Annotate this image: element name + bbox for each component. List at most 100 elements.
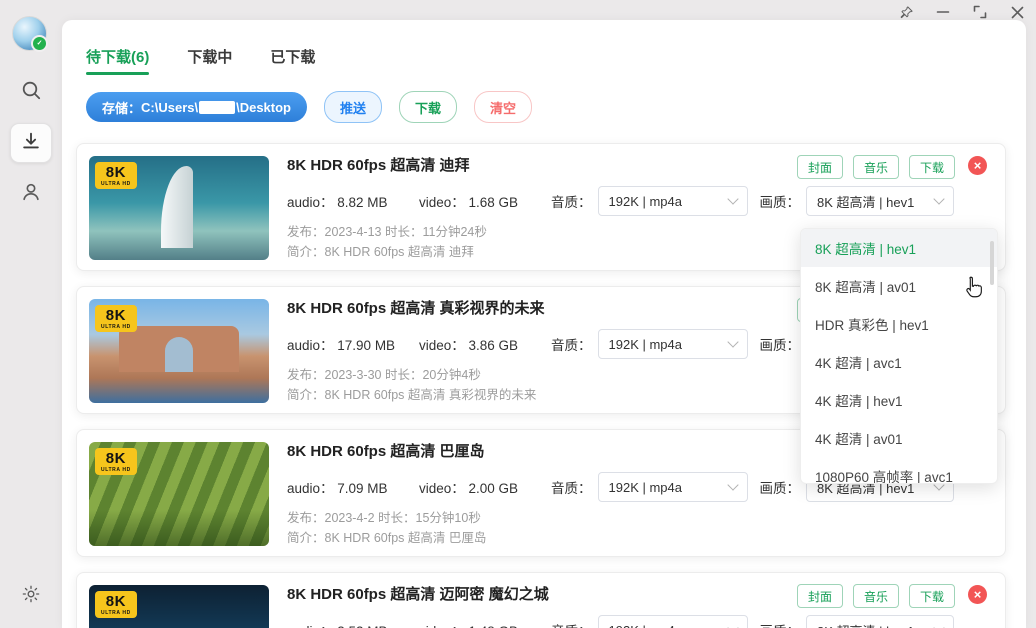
video-thumbnail[interactable]: 8K ULTRA HD: [89, 442, 269, 546]
minimize-icon[interactable]: [934, 3, 952, 21]
audio-quality-select[interactable]: 192K | mp4a: [597, 615, 748, 628]
storage-path-prefix: C:\Users\: [141, 99, 199, 115]
pin-icon[interactable]: [897, 3, 915, 21]
dropdown-option-8k-hev1[interactable]: 8K 超高清 | hev1: [801, 229, 997, 267]
badge-ultrahd: ULTRA HD: [101, 324, 131, 330]
video-quality-select[interactable]: 8K 超高清 | hev1: [806, 186, 954, 216]
download-all-button[interactable]: 下载: [399, 91, 458, 123]
remove-card-button[interactable]: ×: [968, 585, 987, 604]
audio-quality-value: 192K | mp4a: [609, 623, 682, 628]
video-quality-value: 8K 超高清 | hev1: [817, 621, 914, 628]
sidebar-item-settings[interactable]: [0, 584, 62, 609]
badge-8k: 8K: [105, 450, 126, 467]
tab-downloaded[interactable]: 已下载: [270, 46, 315, 75]
thumbnail-art: [161, 166, 193, 248]
video-size: video： 3.86 GB: [419, 338, 519, 353]
avatar[interactable]: ✓: [12, 16, 48, 52]
video-quality-dropdown: 8K 超高清 | hev1 8K 超高清 | av01 HDR 真彩色 | he…: [800, 228, 998, 484]
sidebar-item-user[interactable]: [0, 181, 62, 208]
chevron-down-icon: [726, 193, 739, 205]
sidebar: ✓: [0, 0, 62, 628]
toolbar: 存储： C:\Users\ \Desktop 推送 下载 清空: [86, 91, 1026, 123]
video-quality-label: 画质：: [759, 481, 801, 496]
audio-quality-label: 音质：: [551, 195, 592, 210]
video-quality-value: 8K 超高清 | hev1: [817, 194, 915, 210]
video-quality-label: 画质：: [759, 195, 801, 210]
badge-8k: 8K: [105, 307, 126, 324]
audio-size: audio： 17.90 MB: [287, 338, 396, 353]
storage-label: 存储：: [102, 100, 142, 116]
media-info-row: audio： 8.82 MB video： 1.68 GB 音质： 192K |…: [287, 186, 991, 216]
dropdown-option-4k-av01[interactable]: 4K 超清 | av01: [801, 419, 997, 457]
badge-8k: 8K: [105, 593, 126, 610]
download-button[interactable]: 下载: [908, 155, 955, 179]
video-thumbnail[interactable]: 8K ULTRA HD: [89, 585, 269, 628]
chevron-down-icon: [726, 622, 739, 628]
chevron-down-icon: [933, 193, 945, 205]
clear-button[interactable]: 清空: [474, 91, 533, 123]
settings-icon: [21, 584, 41, 609]
video-card-miami: 8K ULTRA HD 8K HDR 60fps 超高清 迈阿密 魔幻之城 封面…: [76, 572, 1006, 628]
music-button[interactable]: 音乐: [852, 584, 899, 608]
avatar-status-badge: ✓: [31, 35, 48, 52]
audio-size: audio： 3.52 MB: [287, 620, 419, 628]
badge-8k: 8K: [105, 164, 126, 181]
sidebar-item-search[interactable]: [0, 80, 62, 106]
audio-size: audio： 7.09 MB: [287, 481, 388, 496]
tab-bar: 待下载(6) 下载中 已下载: [86, 46, 1026, 75]
thumbnail-art: [119, 326, 239, 372]
audio-quality-value: 192K | mp4a: [608, 193, 682, 209]
push-button[interactable]: 推送: [324, 91, 383, 123]
sidebar-item-downloads-active[interactable]: [10, 123, 52, 163]
video-quality-select[interactable]: 8K 超高清 | hev1: [806, 615, 954, 628]
audio-quality-value: 192K | mp4a: [608, 479, 682, 495]
video-thumbnail[interactable]: 8K ULTRA HD: [89, 299, 269, 403]
video-size: video： 2.00 GB: [419, 481, 519, 496]
music-button[interactable]: 音乐: [852, 155, 899, 179]
video-quality-label: 画质：: [760, 620, 801, 628]
video-quality-label: 画质：: [759, 338, 801, 353]
chevron-down-icon: [933, 622, 945, 628]
video-size: video： 1.68 GB: [419, 195, 519, 210]
card-actions: 封面 音乐 下载: [796, 584, 955, 608]
8k-ultrahd-badge: 8K ULTRA HD: [95, 305, 137, 332]
audio-quality-label: 音质：: [551, 481, 592, 496]
storage-path-button[interactable]: 存储： C:\Users\ \Desktop: [86, 92, 307, 122]
maximize-icon[interactable]: [971, 3, 989, 21]
dropdown-option-8k-av01[interactable]: 8K 超高清 | av01: [801, 267, 997, 305]
audio-size: audio： 8.82 MB: [287, 195, 388, 210]
intro-info: 简介：8K HDR 60fps 超高清 巴厘岛: [287, 531, 487, 545]
audio-quality-select[interactable]: 192K | mp4a: [597, 329, 748, 359]
remove-card-button[interactable]: ×: [968, 156, 987, 175]
cover-button[interactable]: 封面: [796, 584, 843, 608]
8k-ultrahd-badge: 8K ULTRA HD: [95, 162, 137, 189]
audio-quality-select[interactable]: 192K | mp4a: [597, 472, 748, 502]
audio-quality-value: 192K | mp4a: [608, 336, 682, 352]
download-button[interactable]: 下载: [908, 584, 955, 608]
thumbnail-art: [89, 510, 269, 546]
dropdown-option-1080p60-avc1[interactable]: 1080P60 高帧率 | avc1: [801, 457, 997, 483]
8k-ultrahd-badge: 8K ULTRA HD: [95, 448, 137, 475]
dropdown-option-4k-avc1[interactable]: 4K 超清 | avc1: [801, 343, 997, 381]
close-icon[interactable]: [1008, 3, 1026, 21]
audio-quality-select[interactable]: 192K | mp4a: [597, 186, 748, 216]
tab-downloading[interactable]: 下载中: [187, 46, 232, 75]
card-actions: 封面 音乐 下载: [796, 155, 955, 179]
video-thumbnail[interactable]: 8K ULTRA HD: [89, 156, 269, 260]
dropdown-option-hdr-hev1[interactable]: HDR 真彩色 | hev1: [801, 305, 997, 343]
card-content: 8K HDR 60fps 超高清 迈阿密 魔幻之城 封面 音乐 下载 × aud…: [287, 584, 991, 628]
dropdown-option-4k-hev1[interactable]: 4K 超清 | hev1: [801, 381, 997, 419]
media-info-row: audio： 3.52 MB video： 1.48 GB 音质： 192K |…: [287, 615, 991, 628]
chevron-down-icon: [726, 479, 739, 491]
chevron-down-icon: [726, 336, 739, 348]
user-icon: [20, 181, 42, 208]
audio-quality-label: 音质：: [551, 338, 592, 353]
cover-button[interactable]: 封面: [796, 155, 843, 179]
badge-ultrahd: ULTRA HD: [101, 467, 131, 473]
badge-ultrahd: ULTRA HD: [101, 610, 131, 616]
tab-pending[interactable]: 待下载(6): [86, 46, 150, 75]
redacted-username: [199, 100, 236, 114]
search-icon: [21, 80, 42, 106]
badge-ultrahd: ULTRA HD: [101, 181, 131, 187]
dropdown-scrollbar[interactable]: [990, 241, 994, 285]
